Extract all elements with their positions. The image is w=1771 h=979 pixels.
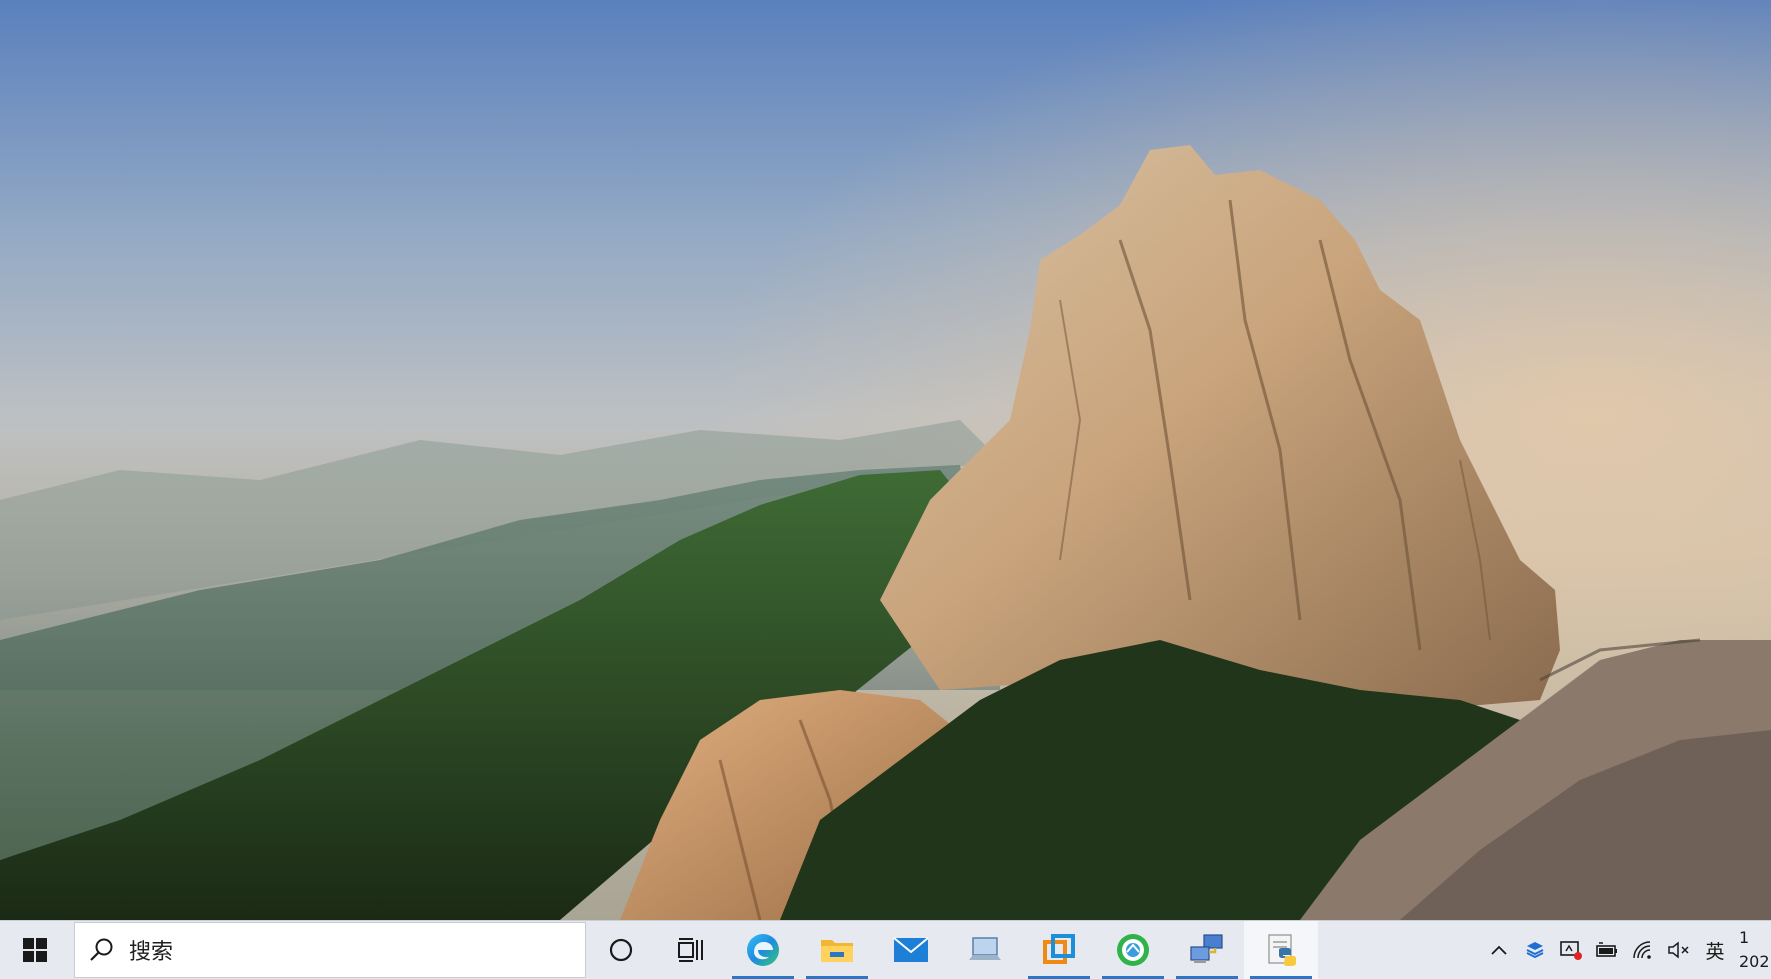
desktop[interactable]: 搜索 英 1 202 bbox=[0, 0, 1771, 979]
taskbar-app-file-explorer[interactable] bbox=[800, 921, 874, 979]
cortana-button[interactable] bbox=[586, 921, 656, 979]
volume-muted-icon bbox=[1668, 941, 1689, 959]
wifi-icon bbox=[1633, 941, 1651, 959]
system-tray: 英 1 202 bbox=[1481, 921, 1771, 979]
taskbar: 搜索 英 1 202 bbox=[0, 920, 1771, 979]
tray-security-app[interactable] bbox=[1553, 921, 1589, 979]
tray-wifi[interactable] bbox=[1625, 921, 1661, 979]
taskbar-app-network-computer[interactable] bbox=[1170, 921, 1244, 979]
network-computer-icon bbox=[1190, 934, 1223, 963]
battery-icon bbox=[1596, 942, 1617, 957]
taskbar-app-edge[interactable] bbox=[726, 921, 800, 979]
mail-icon bbox=[893, 937, 929, 962]
windows-logo-icon bbox=[23, 938, 47, 962]
system-clock[interactable]: 1 202 bbox=[1733, 921, 1769, 979]
tray-battery[interactable] bbox=[1589, 921, 1625, 979]
input-method-indicator[interactable]: 英 bbox=[1697, 921, 1733, 979]
cortana-circle-icon bbox=[609, 938, 633, 962]
layers-icon bbox=[1526, 942, 1544, 959]
search-icon bbox=[90, 938, 113, 961]
taskbar-search-box[interactable]: 搜索 bbox=[74, 922, 586, 978]
edge-icon bbox=[747, 934, 779, 966]
taskbar-app-this-pc[interactable] bbox=[948, 921, 1022, 979]
start-button[interactable] bbox=[0, 921, 70, 979]
monitor-alert-icon bbox=[1560, 941, 1582, 960]
tray-layers-app[interactable] bbox=[1517, 921, 1553, 979]
taskbar-app-green-circle[interactable] bbox=[1096, 921, 1170, 979]
taskbar-app-python-notepad[interactable] bbox=[1244, 921, 1318, 979]
chevron-up-icon bbox=[1491, 945, 1507, 955]
python-notepad-icon bbox=[1268, 934, 1296, 966]
task-view-button[interactable] bbox=[656, 921, 726, 979]
tray-volume[interactable] bbox=[1661, 921, 1697, 979]
taskbar-app-mail[interactable] bbox=[874, 921, 948, 979]
file-explorer-icon bbox=[821, 940, 853, 962]
vmware-icon bbox=[1043, 934, 1075, 964]
clock-time: 1 bbox=[1739, 928, 1750, 947]
task-view-icon bbox=[678, 938, 703, 962]
taskbar-app-vmware[interactable] bbox=[1022, 921, 1096, 979]
green-circle-app-icon bbox=[1117, 934, 1149, 966]
this-pc-icon bbox=[969, 937, 1001, 960]
desktop-wallpaper bbox=[0, 0, 1771, 920]
search-placeholder: 搜索 bbox=[129, 940, 174, 965]
show-hidden-icons-button[interactable] bbox=[1481, 921, 1517, 979]
clock-date: 202 bbox=[1739, 952, 1769, 971]
